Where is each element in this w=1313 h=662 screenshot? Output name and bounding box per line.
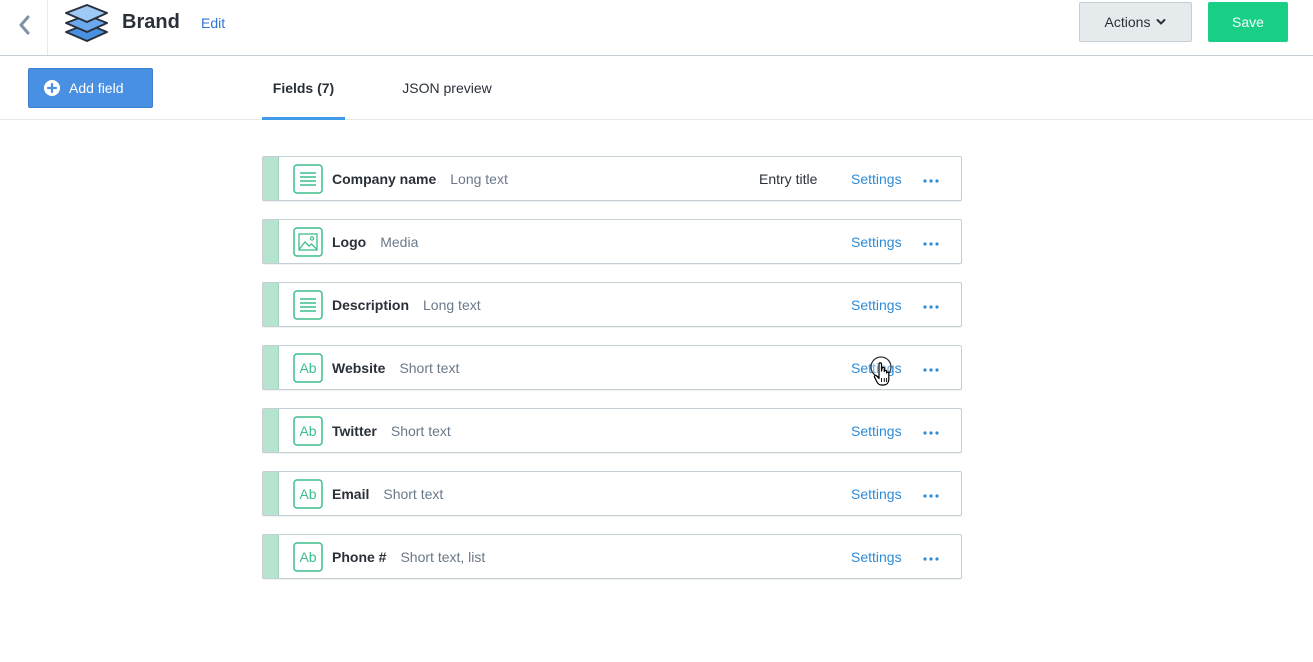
top-bar: Brand Edit Actions Save — [0, 0, 1313, 56]
more-options-button[interactable] — [921, 358, 941, 378]
drag-handle[interactable] — [263, 346, 279, 389]
field-row[interactable]: Ab Website Short text Settings — [262, 345, 962, 390]
short-text-glyph: Ab — [299, 549, 316, 565]
more-options-button[interactable] — [921, 295, 941, 315]
chevron-left-icon — [18, 15, 30, 40]
more-options-button[interactable] — [921, 421, 941, 441]
actions-button[interactable]: Actions — [1079, 2, 1192, 42]
field-row[interactable]: Description Long text Settings — [262, 282, 962, 327]
plus-circle-icon — [44, 80, 60, 96]
ellipsis-icon — [923, 359, 939, 377]
layers-icon — [63, 0, 111, 46]
ellipsis-icon — [923, 485, 939, 503]
field-name-label: Website Short text — [332, 360, 460, 376]
chevron-down-icon — [1156, 18, 1166, 26]
field-name-label: Description Long text — [332, 297, 481, 313]
ellipsis-icon — [923, 296, 939, 314]
short-text-icon: Ab — [293, 479, 323, 509]
drag-handle[interactable] — [263, 409, 279, 452]
edit-link[interactable]: Edit — [201, 14, 225, 32]
short-text-icon: Ab — [293, 542, 323, 572]
more-options-button[interactable] — [921, 484, 941, 504]
field-type-label: Short text — [390, 423, 451, 439]
field-row[interactable]: Logo Media Settings — [262, 219, 962, 264]
ellipsis-icon — [923, 548, 939, 566]
more-options-button[interactable] — [921, 547, 941, 567]
tab-fields[interactable]: Fields (7) — [262, 56, 345, 120]
short-text-glyph: Ab — [299, 423, 316, 439]
settings-link[interactable]: Settings — [851, 170, 902, 188]
field-name-label: Phone # Short text, list — [332, 549, 486, 565]
actions-label: Actions — [1104, 14, 1151, 30]
media-icon — [293, 227, 323, 257]
field-type-label: Long text — [423, 297, 481, 313]
drag-handle[interactable] — [263, 535, 279, 578]
more-options-button[interactable] — [921, 169, 941, 189]
field-type-label: Short text — [399, 360, 460, 376]
field-name-label: Logo Media — [332, 234, 419, 250]
entry-title-badge: Entry title — [759, 171, 818, 187]
ellipsis-icon — [923, 170, 939, 188]
field-list: Company name Long text Entry title Settin… — [262, 156, 962, 597]
more-options-button[interactable] — [921, 232, 941, 252]
short-text-glyph: Ab — [299, 486, 316, 502]
field-name-label: Twitter Short text — [332, 423, 451, 439]
drag-handle[interactable] — [263, 157, 279, 200]
field-type-label: Media — [380, 234, 419, 250]
field-name-label: Company name Long text — [332, 171, 508, 187]
field-row[interactable]: Company name Long text Entry title Settin… — [262, 156, 962, 201]
drag-handle[interactable] — [263, 220, 279, 263]
field-type-label: Short text — [383, 486, 444, 502]
long-text-icon — [293, 164, 323, 194]
back-button[interactable] — [0, 0, 48, 55]
settings-link[interactable]: Settings — [851, 422, 902, 440]
settings-link[interactable]: Settings — [851, 548, 902, 566]
save-button[interactable]: Save — [1208, 2, 1288, 42]
page-title: Brand — [122, 11, 180, 33]
settings-link[interactable]: Settings — [851, 233, 902, 251]
settings-link[interactable]: Settings — [851, 485, 902, 503]
content-type-toolbar: Add field Fields (7) JSON preview — [0, 56, 1313, 120]
ellipsis-icon — [923, 422, 939, 440]
short-text-icon: Ab — [293, 353, 323, 383]
field-type-label: Long text — [450, 171, 508, 187]
field-name-label: Email Short text — [332, 486, 444, 502]
add-field-button[interactable]: Add field — [28, 68, 153, 108]
field-row[interactable]: Ab Phone # Short text, list Settings — [262, 534, 962, 579]
drag-handle[interactable] — [263, 472, 279, 515]
long-text-icon — [293, 290, 323, 320]
drag-handle[interactable] — [263, 283, 279, 326]
settings-link[interactable]: Settings — [851, 296, 902, 314]
field-row[interactable]: Ab Email Short text Settings — [262, 471, 962, 516]
tab-json-preview[interactable]: JSON preview — [390, 56, 504, 119]
ellipsis-icon — [923, 233, 939, 251]
field-row[interactable]: Ab Twitter Short text Settings — [262, 408, 962, 453]
settings-link[interactable]: Settings — [851, 359, 902, 377]
short-text-glyph: Ab — [299, 360, 316, 376]
field-type-label: Short text, list — [400, 549, 486, 565]
add-field-label: Add field — [69, 80, 124, 96]
short-text-icon: Ab — [293, 416, 323, 446]
